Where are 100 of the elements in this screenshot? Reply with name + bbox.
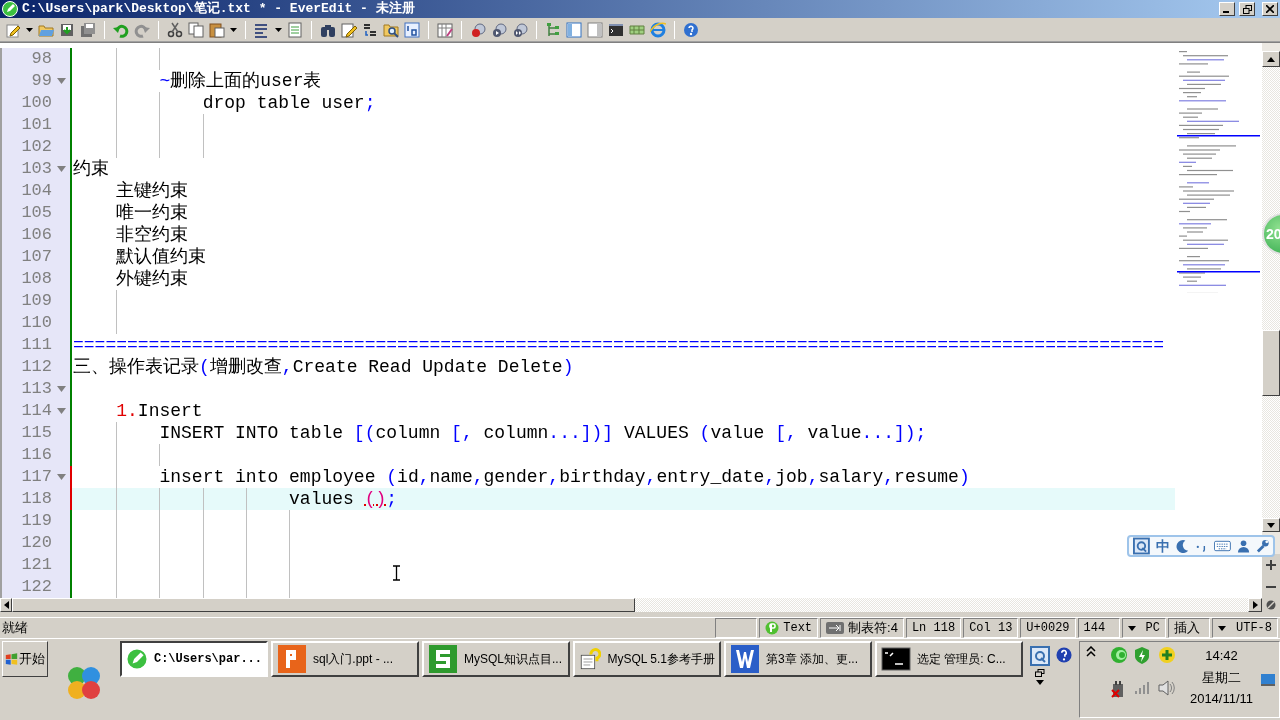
fold-toggle-icon[interactable]	[56, 408, 66, 414]
taskbar-button[interactable]: 选定 管理员: C...	[875, 641, 1023, 677]
fold-toggle-icon[interactable]	[56, 166, 66, 172]
panel-button[interactable]	[565, 20, 583, 39]
plus-icon	[1266, 560, 1276, 570]
folder-search-icon	[383, 21, 399, 38]
line-number: 103	[20, 158, 52, 180]
scroll-left-button[interactable]	[0, 598, 12, 612]
line-number: 106	[20, 224, 52, 246]
browser-icon	[650, 21, 666, 38]
ime-logo-icon[interactable]	[1133, 537, 1150, 555]
moon-icon[interactable]	[1175, 539, 1189, 553]
fold-toggle-icon[interactable]	[56, 474, 66, 480]
person-icon[interactable]	[1236, 539, 1250, 553]
text-cursor-icon	[392, 564, 401, 581]
panel-icon	[566, 21, 582, 38]
scrollbar-thumb[interactable]	[1262, 330, 1280, 396]
paste-button[interactable]	[208, 20, 226, 39]
dropdown-selector[interactable]: PC	[1121, 618, 1166, 638]
input-mode-toggle[interactable]: 中	[1155, 535, 1170, 557]
play-all-icon	[512, 21, 528, 38]
plus-circle-icon[interactable]	[1158, 646, 1176, 664]
disk-button[interactable]	[79, 20, 97, 39]
play-all-button[interactable]	[511, 20, 529, 39]
right-arrow-icon	[1252, 601, 1258, 609]
play-icon	[491, 21, 507, 38]
shield-icon[interactable]	[1134, 646, 1150, 664]
replace-icon	[362, 21, 378, 38]
code-text: 三、操作表记录(增删改查,Create Read Update Delete)	[73, 356, 574, 378]
dropdown-selector[interactable]: UTF-8	[1212, 618, 1278, 638]
wrench-icon[interactable]	[1255, 539, 1270, 553]
status-panel: U+0029	[1020, 618, 1076, 638]
window-title: C:\Users\park\Desktop\笔记.txt * - EverEdit - 未注册	[22, 0, 416, 19]
line-number: 108	[20, 268, 52, 290]
speaker-icon[interactable]	[1158, 680, 1176, 696]
desktop-icon[interactable]	[1261, 673, 1275, 686]
help-icon[interactable]	[1056, 646, 1072, 664]
clock-day: 星期二	[1202, 667, 1241, 687]
tree-icon	[545, 21, 561, 38]
tab-size-button[interactable]: 制表符:4	[820, 618, 904, 638]
console-icon	[881, 644, 911, 674]
caret-icon	[1127, 625, 1136, 631]
help-button[interactable]	[682, 20, 700, 39]
caret-icon	[1218, 625, 1226, 631]
windows-logo-icon	[5, 651, 18, 667]
taskbar-button[interactable]: C:\Users\par...	[120, 641, 268, 677]
line-number: 119	[20, 510, 52, 532]
status-panel: Ln 118	[905, 618, 962, 638]
help-icon	[683, 21, 699, 38]
play-button[interactable]	[490, 20, 508, 39]
minimize-button[interactable]	[1219, 2, 1235, 16]
line-number: 117	[20, 466, 52, 488]
app-icon[interactable]	[1030, 646, 1050, 666]
restore-icon[interactable]	[1035, 669, 1045, 677]
zoom-in-button[interactable]	[1262, 554, 1280, 576]
close-button[interactable]	[1262, 2, 1278, 16]
taskbar-button[interactable]: MySQL知识点目...	[422, 641, 570, 677]
line-number: 98	[30, 48, 52, 70]
slides-icon	[277, 644, 307, 674]
fold-toggle-icon[interactable]	[56, 386, 66, 392]
restore-icon	[1242, 4, 1252, 14]
restore-button[interactable]	[1239, 2, 1255, 16]
scrollbar-thumb[interactable]	[12, 598, 635, 612]
document-icon	[730, 644, 760, 674]
column-button[interactable]	[436, 20, 454, 39]
line-number: 113	[20, 378, 52, 400]
record-button[interactable]	[469, 20, 487, 39]
code-text: 外键约束	[116, 268, 189, 290]
line-number: 118	[20, 488, 52, 510]
fold-toggle-icon[interactable]	[56, 78, 66, 84]
browser-button[interactable]	[649, 20, 667, 39]
edit-button[interactable]	[340, 20, 358, 39]
taskbar-button[interactable]: sql入门.ppt - ...	[271, 641, 419, 677]
file-type-button[interactable]: Text	[759, 618, 819, 638]
line-number: 122	[20, 576, 52, 598]
keyboard-icon[interactable]	[1214, 540, 1231, 552]
scroll-up-button[interactable]	[1262, 51, 1280, 67]
scroll-down-button[interactable]	[1262, 518, 1280, 532]
start-button[interactable]: 开始	[2, 641, 48, 677]
line-number: 112	[20, 356, 52, 378]
line-number: 100	[20, 92, 52, 114]
caret-icon	[26, 27, 33, 32]
spreadsheet-icon	[428, 644, 458, 674]
line-number: 107	[20, 246, 52, 268]
text-box-button[interactable]	[403, 20, 421, 39]
copy-button[interactable]	[187, 20, 205, 39]
status-panel: Col 13	[963, 618, 1019, 638]
chevron-icon[interactable]	[1086, 646, 1096, 658]
taskbar-button[interactable]: 第3章 添加、更...	[724, 641, 872, 677]
taskbar-button[interactable]: MySQL 5.1参考手册	[573, 641, 721, 677]
line-number: 114	[20, 400, 52, 422]
column-icon	[437, 21, 453, 38]
scroll-right-button[interactable]	[1248, 598, 1262, 612]
code-text: values ();	[289, 488, 398, 510]
close-icon	[1266, 5, 1274, 13]
tab-icon	[826, 622, 845, 634]
caret-icon	[230, 27, 237, 32]
caret-icon[interactable]	[1036, 680, 1044, 685]
code-text: =====================================================================================================	[73, 334, 1164, 356]
scissors-button[interactable]	[166, 20, 184, 39]
